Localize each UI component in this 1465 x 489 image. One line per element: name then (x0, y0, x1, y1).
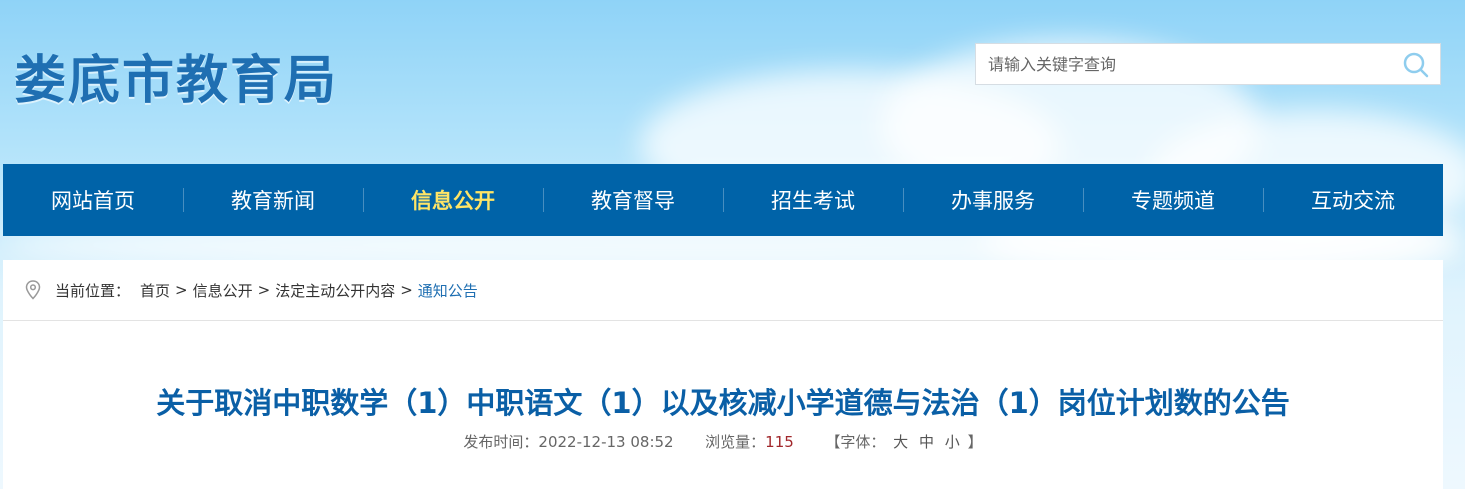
search-input[interactable] (976, 44, 1410, 84)
publish-time-label: 发布时间： (463, 433, 539, 451)
nav-item-special-topics[interactable]: 专题频道 (1083, 164, 1263, 236)
view-count: 115 (765, 433, 794, 451)
breadcrumb-separator: > (257, 281, 271, 299)
breadcrumb-statutory-content[interactable]: 法定主动公开内容 (275, 280, 395, 301)
views-label: 浏览量： (705, 433, 766, 451)
nav-item-info-disclosure[interactable]: 信息公开 (363, 164, 543, 236)
breadcrumb-notices[interactable]: 通知公告 (418, 280, 478, 301)
site-title: 娄底市教育局 (14, 51, 339, 111)
breadcrumb: 当前位置： 首页 > 信息公开 > 法定主动公开内容 > 通知公告 (3, 260, 1443, 321)
font-size-large-button[interactable]: 大 (893, 433, 908, 451)
font-size-label: 【字体： (825, 433, 886, 451)
breadcrumb-separator: > (400, 281, 413, 299)
search-icon[interactable] (1402, 51, 1430, 79)
article-title: 关于取消中职数学（1）中职语文（1）以及核减小学道德与法治（1）岗位计划数的公告 (156, 386, 1290, 420)
location-pin-icon (25, 280, 41, 300)
nav-item-interaction[interactable]: 互动交流 (1263, 164, 1443, 236)
font-size-label-close: 】 (967, 433, 983, 451)
breadcrumb-prefix: 当前位置： (55, 281, 131, 300)
nav-item-education-news[interactable]: 教育新闻 (183, 164, 363, 236)
breadcrumb-info-disclosure[interactable]: 信息公开 (193, 280, 253, 301)
main-nav: 网站首页 教育新闻 信息公开 教育督导 招生考试 办事服务 专题频道 互动交流 (3, 164, 1443, 236)
search-box (975, 43, 1441, 85)
content-panel: 当前位置： 首页 > 信息公开 > 法定主动公开内容 > 通知公告 关于取消中职… (3, 260, 1443, 489)
font-size-small-button[interactable]: 小 (945, 433, 960, 451)
nav-item-admissions-exams[interactable]: 招生考试 (723, 164, 903, 236)
font-size-medium-button[interactable]: 中 (919, 433, 934, 451)
nav-item-home[interactable]: 网站首页 (3, 164, 183, 236)
breadcrumb-home[interactable]: 首页 (140, 280, 170, 301)
publish-time: 2022-12-13 08:52 (538, 433, 674, 451)
article-meta: 发布时间：2022-12-13 08:52 浏览量：115 【字体： 大 中 小… (3, 431, 1443, 452)
nav-item-services[interactable]: 办事服务 (903, 164, 1083, 236)
breadcrumb-separator: > (175, 281, 188, 299)
nav-item-education-supervision[interactable]: 教育督导 (543, 164, 723, 236)
